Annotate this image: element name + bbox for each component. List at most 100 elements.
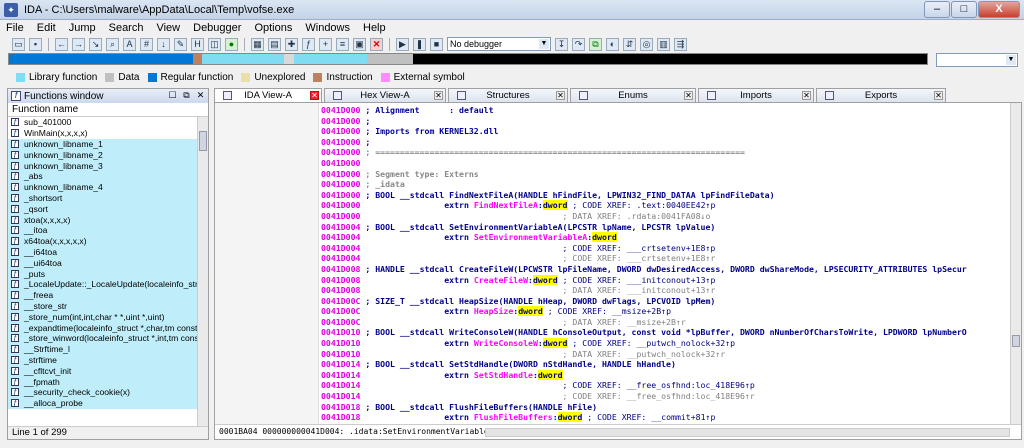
download-arrow-icon[interactable]: ↓ (157, 37, 170, 51)
memory-icon[interactable]: ▥ (657, 37, 670, 51)
disassembly-line[interactable]: 0041D000 ; DATA XREF: .rdata:0041FA08↓o (321, 211, 1011, 222)
menu-edit[interactable]: Edit (37, 22, 56, 34)
patch-icon[interactable]: ✎ (174, 37, 187, 51)
function-list-item[interactable]: f unknown_libname_3 (8, 160, 198, 171)
disassembly-line[interactable]: 0041D008 extrn CreateFileW:dword ; CODE … (321, 274, 1011, 286)
trace-icon[interactable]: ⇵ (623, 37, 636, 51)
function-list-item[interactable]: f _qsort (8, 203, 198, 215)
add-icon[interactable]: + (319, 37, 332, 51)
close-button[interactable]: X (978, 1, 1020, 18)
disassembly-line[interactable]: 0041D000 ; Alignment : default (321, 105, 1011, 116)
jump-icon[interactable]: ↘ (89, 37, 102, 51)
float-icon[interactable]: ⧉ (181, 90, 192, 101)
disassembly-line[interactable]: 0041D00C extrn HeapSize:dword ; CODE XRE… (321, 306, 1011, 317)
function-list-item[interactable]: f sub_401000 (8, 117, 198, 128)
disassembly-line[interactable]: 0041D000 ; (321, 137, 1011, 148)
disassembly-line[interactable]: 0041D00C ; SIZE_T __stdcall HeapSize(HAN… (321, 296, 1011, 307)
function-list-item[interactable]: f _store_num(int,int,char * *,uint *,uint… (8, 311, 198, 323)
disassembly-line[interactable]: 0041D014 ; CODE XREF: __free_osfhnd:loc_… (321, 380, 1011, 391)
disassembly-line[interactable]: 0041D018 extrn FlushFileBuffers:dword ; … (321, 412, 1011, 423)
function-list-item[interactable]: f __Strftime_l (8, 343, 198, 355)
watch-icon[interactable]: ◎ (640, 37, 653, 51)
function-list-item[interactable]: f _LocaleUpdate::_LocaleUpdate(localeinfo… (8, 278, 198, 290)
disassembly-line[interactable]: 0041D018 ; BOOL __stdcall FlushFileBuffe… (321, 402, 1011, 413)
horizontal-scrollbar[interactable] (485, 428, 1010, 437)
function-list-item[interactable]: f _abs (8, 170, 198, 182)
struct-icon[interactable]: ▦ (251, 37, 264, 51)
tab-ida-view-a[interactable]: IDA View-A ✕ (214, 88, 322, 102)
save-icon[interactable]: ▪ (29, 37, 42, 51)
disassembly-line[interactable]: 0041D014 extrn SetStdHandle:dword (321, 369, 1011, 381)
close-icon[interactable]: ✕ (556, 91, 565, 100)
step-over-icon[interactable]: ↷ (572, 37, 585, 51)
function-list-item[interactable]: f _strftime (8, 354, 198, 366)
disassembly-line[interactable]: 0041D004 ; CODE XREF: ___crtsetenv+1E8↑p (321, 243, 1011, 254)
function-list-item[interactable]: f unknown_libname_1 (8, 138, 198, 150)
function-list-item[interactable]: f __security_check_cookie(x) (8, 386, 198, 398)
disassembly-line[interactable]: 0041D000 extrn FindNextFileA:dword ; COD… (321, 200, 1011, 211)
threads-icon[interactable]: ⇶ (674, 37, 687, 51)
pause-icon[interactable]: ❚ (413, 37, 426, 51)
function-list-item[interactable]: f unknown_libname_2 (8, 149, 198, 161)
close-icon[interactable]: ✕ (934, 91, 943, 100)
function-list-item[interactable]: f __alloca_probe (8, 397, 198, 409)
debugger-select[interactable]: No debugger ▼ (447, 37, 551, 51)
function-list-item[interactable]: f _expandtime(localeinfo_struct *,char,tm… (8, 322, 198, 333)
scrollbar-thumb[interactable] (199, 131, 207, 151)
disassembly-line[interactable]: 0041D00C ; DATA XREF: __msize+2B↑r (321, 317, 1011, 328)
open-file-icon[interactable]: ▭ (12, 37, 25, 51)
text-search-icon[interactable]: A (123, 37, 136, 51)
tab-enums[interactable]: Enums ✕ (570, 88, 696, 102)
run-icon[interactable]: ▶ (396, 37, 409, 51)
function-list-item[interactable]: f _store_winword(localeinfo_struct *,int,… (8, 332, 198, 344)
symbol-name[interactable]: HeapSize (474, 306, 513, 316)
highlighted-token[interactable]: dword (532, 274, 558, 285)
disassembly-line[interactable]: 0041D000 (321, 158, 1011, 169)
menu-search[interactable]: Search (109, 22, 144, 34)
navigation-band[interactable] (8, 53, 928, 65)
function-list-item[interactable]: f __i64toa (8, 246, 198, 258)
menu-view[interactable]: View (156, 22, 180, 34)
script-icon[interactable]: ▣ (353, 37, 366, 51)
symbol-name[interactable]: SetEnvironmentVariableA (474, 232, 587, 242)
graph-icon[interactable]: ◫ (208, 37, 221, 51)
symbol-name[interactable]: SetStdHandle (474, 370, 533, 380)
close-icon[interactable]: ✕ (195, 90, 206, 101)
symbol-name[interactable]: FindNextFileA (474, 200, 538, 210)
highlighted-token[interactable]: dword (542, 338, 568, 349)
disassembly-line[interactable]: 0041D010 extrn WriteConsoleW:dword ; COD… (321, 338, 1011, 349)
maximize-button[interactable]: □ (951, 1, 977, 18)
xref-icon[interactable]: ✚ (285, 37, 298, 51)
function-list-item[interactable]: f x64toa(x,x,x,x,x) (8, 235, 198, 247)
search-icon[interactable]: ⌕ (106, 37, 119, 51)
highlighted-token[interactable]: dword (537, 369, 563, 380)
menu-file[interactable]: File (6, 22, 24, 34)
function-list-item[interactable]: f __ui64toa (8, 257, 198, 269)
function-list-item[interactable]: f _puts (8, 268, 198, 279)
disassembly-line[interactable]: 0041D014 ; CODE XREF: __free_osfhnd:loc_… (321, 391, 1011, 402)
highlighted-token[interactable]: dword (557, 412, 583, 423)
menu-options[interactable]: Options (254, 22, 292, 34)
disassembly-line[interactable]: 0041D004 extrn SetEnvironmentVariableA:d… (321, 232, 1011, 243)
function-list-item[interactable]: f __fpmath (8, 376, 198, 387)
disassembly-line[interactable]: 0041D000 ; _idata (321, 179, 1011, 190)
close-icon[interactable]: ✕ (684, 91, 693, 100)
function-list-item[interactable]: f WinMain(x,x,x,x) (8, 128, 198, 139)
symbol-name[interactable]: CreateFileW (474, 275, 528, 285)
disassembly-line[interactable]: 0041D008 ; HANDLE __stdcall CreateFileW(… (321, 264, 1011, 275)
disassembly-line[interactable]: 0041D000 ; BOOL __stdcall FindNextFileA(… (321, 190, 1011, 201)
disassembly-line[interactable]: 0041D014 ; BOOL __stdcall SetStdHandle(D… (321, 359, 1011, 370)
minimize-button[interactable]: – (924, 1, 950, 18)
menu-jump[interactable]: Jump (69, 22, 96, 34)
disassembly-line[interactable]: 0041D004 ; BOOL __stdcall SetEnvironment… (321, 222, 1011, 233)
function-list-item[interactable]: f unknown_libname_4 (8, 181, 198, 193)
dock-icon[interactable]: ☐ (167, 90, 178, 101)
enum-icon[interactable]: ▤ (268, 37, 281, 51)
function-list-item[interactable]: f __cfltcvt_init (8, 365, 198, 377)
menu-help[interactable]: Help (363, 22, 386, 34)
disassembly-line[interactable]: 0041D008 ; DATA XREF: ___initconout+13↑r (321, 285, 1011, 296)
symbol-name[interactable]: FlushFileBuffers (474, 412, 553, 422)
disassembly-scrollbar[interactable] (1010, 103, 1021, 425)
highlighted-token[interactable]: dword (592, 232, 617, 243)
scrollbar-thumb[interactable] (1012, 335, 1020, 347)
